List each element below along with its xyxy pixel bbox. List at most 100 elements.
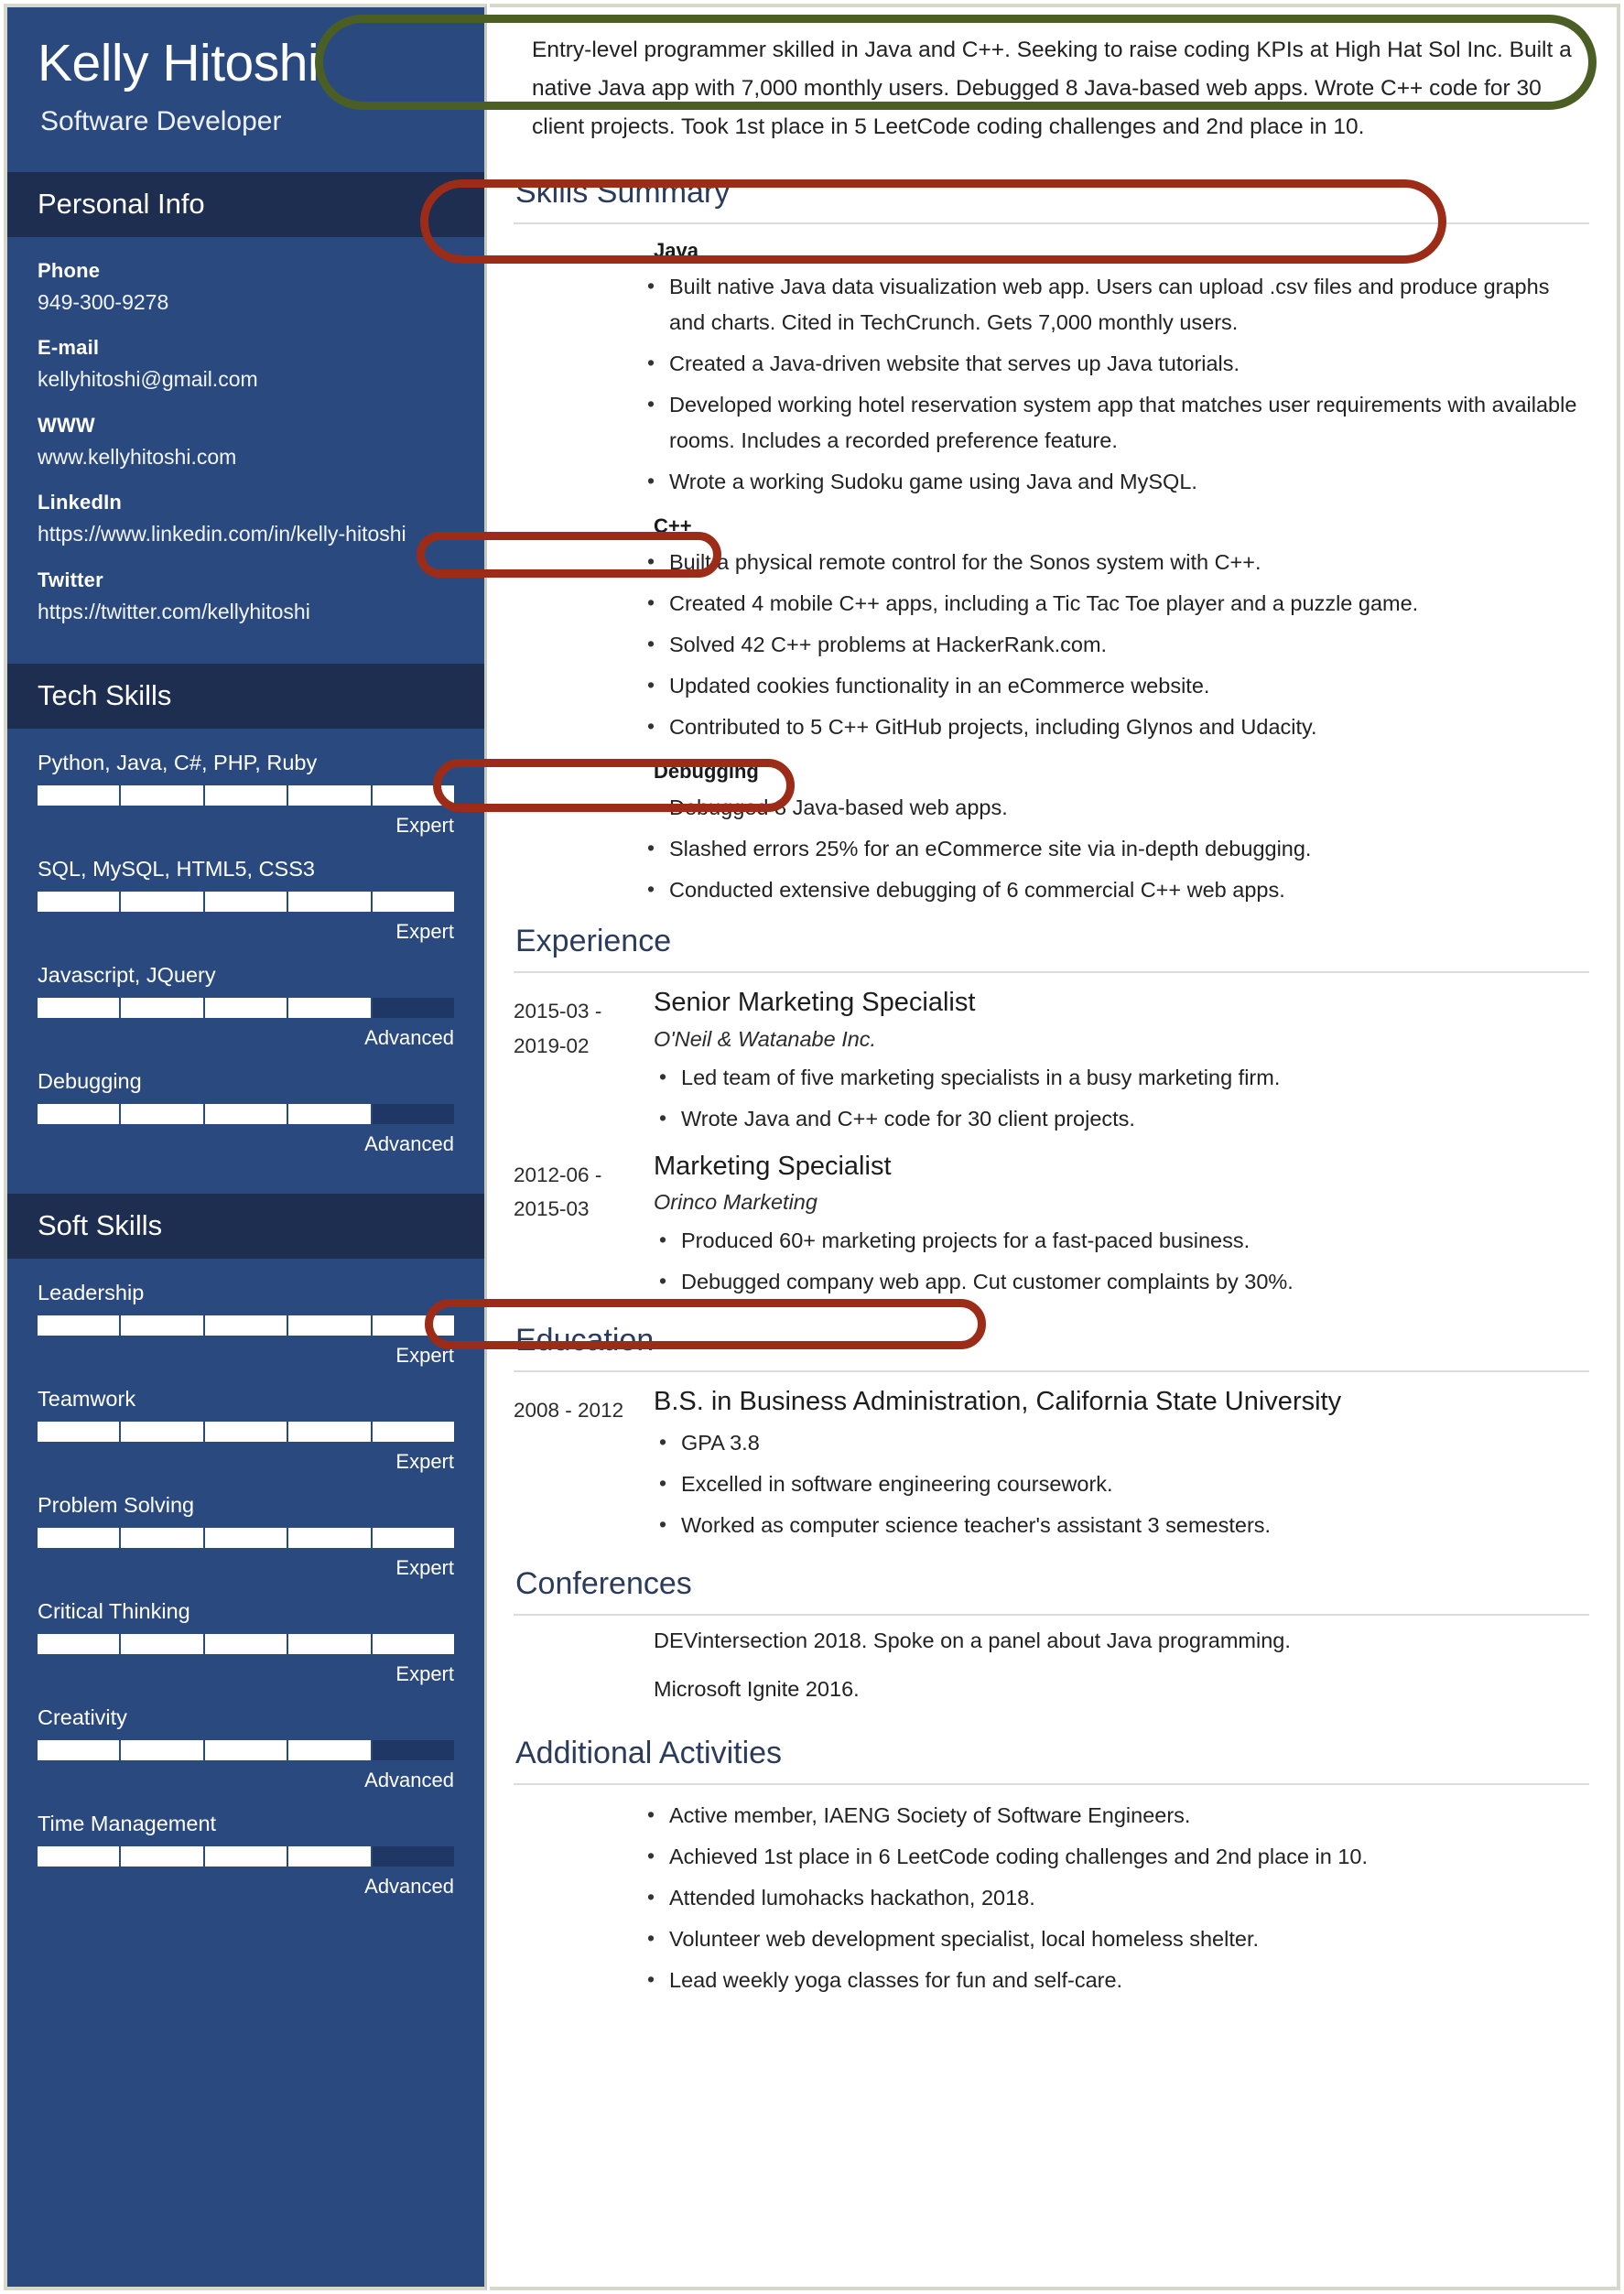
tech-skill-level: Expert: [395, 814, 454, 838]
tech-skill-label: Python, Java, C#, PHP, Ruby: [38, 751, 318, 775]
bar-segment: [38, 1846, 122, 1867]
soft-skill-item: Critical Thinking Expert: [38, 1599, 455, 1686]
bar-segment: [38, 1528, 122, 1549]
soft-skill-level: Expert: [395, 1556, 454, 1580]
entry-bullet-list: Produced 60+ marketing projects for a fa…: [654, 1222, 1589, 1300]
soft-skill-item: Teamwork Expert: [38, 1387, 455, 1474]
bullet-item: Led team of five marketing specialists i…: [654, 1059, 1589, 1096]
soft-skills-body: Leadership Expert Teamwork Expert Problem So…: [7, 1259, 484, 1936]
entry-row: 2015-03 - 2019-02 Senior Marketing Specia…: [514, 986, 1589, 1142]
tech-skill-level: Expert: [395, 920, 454, 944]
contact-value[interactable]: www.kellyhitoshi.com: [38, 444, 454, 471]
contact-value[interactable]: 949-300-9278: [38, 289, 454, 316]
bar-segment: [373, 1740, 454, 1760]
section-experience: Experience 2015-03 - 2019-02 Senior Marke…: [514, 914, 1589, 1305]
bar-segment: [121, 1104, 205, 1125]
bullet-item: Wrote a working Sudoku game using Java a…: [642, 463, 1589, 500]
contact-label: Phone: [38, 258, 101, 282]
skills-group-title: Java: [654, 239, 698, 263]
divider: [514, 971, 1589, 974]
soft-skill-label: Critical Thinking: [38, 1599, 190, 1624]
bar-segment: [373, 998, 454, 1018]
soft-skill-level: Expert: [395, 1662, 454, 1686]
tech-skill-level: Advanced: [364, 1132, 454, 1156]
conference-line: Microsoft Ignite 2016.: [654, 1677, 860, 1702]
education-list: 2008 - 2012 B.S. in Business Administrati…: [514, 1385, 1589, 1549]
bullet-item: Debugged company web app. Cut customer c…: [654, 1263, 1589, 1300]
bullet-item: Volunteer web development specialist, lo…: [642, 1921, 1589, 1957]
bullet-item: Created a Java-driven website that serve…: [642, 345, 1589, 382]
contact-label: Twitter: [38, 568, 103, 591]
section-title-experience: Experience: [515, 924, 672, 959]
section-title-education: Education: [515, 1322, 655, 1358]
tech-skill-bar: [38, 892, 455, 913]
bar-segment: [204, 1740, 289, 1761]
main-content: Entry-level programmer skilled in Java a…: [490, 4, 1620, 2290]
tech-skill-bar: [38, 785, 455, 806]
bar-segment: [204, 785, 289, 806]
soft-skill-label: Leadership: [38, 1281, 145, 1305]
bar-segment: [372, 1528, 455, 1549]
bar-segment: [288, 1846, 373, 1867]
conference-list: DEVintersection 2018. Spoke on a panel a…: [514, 1629, 1589, 1702]
contact-item: Phone 949-300-9278: [38, 259, 454, 316]
entry-body: Marketing Specialist Orinco Marketing Prod…: [642, 1150, 1589, 1305]
personal-info-body: Phone 949-300-9278 E-mail kellyhitoshi@gmai…: [7, 237, 484, 664]
bar-segment: [288, 1528, 373, 1549]
skills-group-list: Java Built native Java data visualization…: [514, 239, 1589, 908]
divider: [514, 1369, 1589, 1372]
contact-list: Phone 949-300-9278 E-mail kellyhitoshi@gmai…: [38, 259, 454, 625]
soft-skill-bar: [38, 1315, 455, 1336]
bar-segment: [38, 785, 122, 806]
soft-skill-label: Problem Solving: [38, 1493, 195, 1518]
tech-skill-item: SQL, MySQL, HTML5, CSS3 Expert: [38, 857, 455, 944]
conference-line: DEVintersection 2018. Spoke on a panel a…: [654, 1629, 1291, 1653]
soft-skill-level: Advanced: [364, 1875, 454, 1899]
bullet-item: Achieved 1st place in 6 LeetCode coding …: [642, 1838, 1589, 1875]
contact-label: WWW: [38, 413, 95, 437]
section-title-additional-activities: Additional Activities: [515, 1736, 783, 1771]
bar-segment: [372, 1315, 455, 1336]
skills-group-title: Debugging: [654, 760, 759, 784]
tech-skill-label: SQL, MySQL, HTML5, CSS3: [38, 857, 315, 882]
bar-segment: [121, 1634, 205, 1655]
bar-segment: [121, 1422, 205, 1443]
bar-segment: [372, 1422, 455, 1443]
bar-segment: [372, 892, 455, 913]
bar-segment: [204, 1315, 289, 1336]
bar-segment: [121, 1315, 205, 1336]
entry-title: Senior Marketing Specialist: [654, 988, 976, 1018]
bar-segment: [38, 1315, 122, 1336]
bullet-item: Built native Java data visualization web…: [642, 268, 1589, 341]
bar-segment: [288, 1634, 373, 1655]
soft-skill-level: Expert: [395, 1344, 454, 1368]
bullet-item: Excelled in software engineering coursew…: [654, 1466, 1589, 1502]
contact-value[interactable]: https://www.linkedin.com/in/kelly-hitosh…: [38, 521, 454, 547]
bar-segment: [38, 998, 122, 1019]
bar-segment: [288, 892, 373, 913]
bar-segment: [38, 1104, 122, 1125]
tech-skills-body: Python, Java, C#, PHP, Ruby Expert SQL, My…: [7, 729, 484, 1194]
soft-skill-item: Time Management Advanced: [38, 1812, 454, 1899]
divider: [514, 222, 1589, 225]
bullet-item: Worked as computer science teacher's ass…: [654, 1507, 1589, 1543]
sidebar-heading-tech-skills: Tech Skills: [7, 664, 484, 730]
entry-body: B.S. in Business Administration, Califor…: [642, 1385, 1589, 1549]
soft-skill-label: Teamwork: [38, 1387, 136, 1412]
bar-segment: [204, 892, 289, 913]
bullet-item: Built a physical remote control for the …: [642, 544, 1589, 580]
section-title-skills-summary: Skills Summary: [515, 175, 731, 211]
sidebar-heading-personal-info: Personal Info: [7, 171, 484, 237]
contact-value[interactable]: kellyhitoshi@gmail.com: [38, 366, 454, 393]
soft-skill-bar: [38, 1422, 455, 1443]
soft-skill-level: Advanced: [364, 1769, 454, 1792]
entry-body: Senior Marketing Specialist O'Neil & Wata…: [642, 986, 1589, 1142]
bullet-item: Slashed errors 25% for an eCommerce site…: [642, 830, 1589, 867]
bar-segment: [373, 1104, 454, 1124]
bar-segment: [38, 1634, 122, 1655]
divider: [514, 1614, 1589, 1617]
bullet-item: Updated cookies functionality in an eCom…: [642, 667, 1589, 704]
contact-value[interactable]: https://twitter.com/kellyhitoshi: [38, 599, 454, 625]
entry-row: 2012-06 - 2015-03 Marketing Specialist Ori…: [514, 1150, 1589, 1305]
bar-segment: [121, 785, 205, 806]
